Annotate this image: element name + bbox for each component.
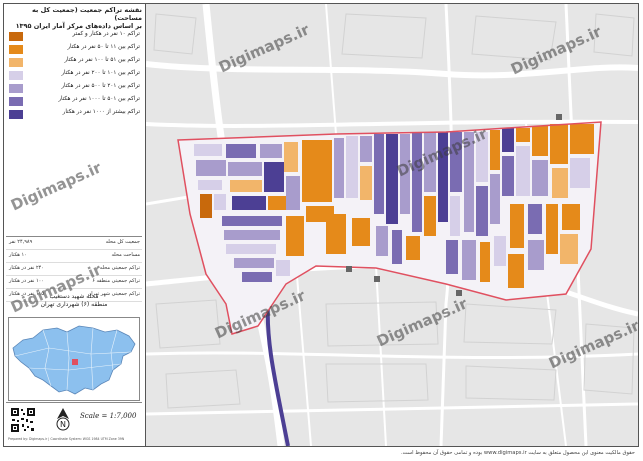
- legend-label: تراکم ۱۰ نفر در هکتار و کمتر: [72, 31, 140, 37]
- map-canvas[interactable]: Digimaps.ir Digimaps.ir Digimaps.ir Digi…: [146, 4, 638, 446]
- inset-city-outline: [12, 325, 136, 395]
- stat-value: ۲۴,۹۸۹ نفر: [9, 239, 33, 245]
- legend-item: تراکم بین ۲۰۱ تا ۵۰۰ نفر در هکتار: [6, 82, 142, 95]
- legend-label: تراکم بیشتر از ۱۰۰۰ نفر در هکتار: [62, 109, 140, 115]
- inset-location-marker: [72, 359, 78, 365]
- stat-value: ۱۰۰ نفر در هکتار: [9, 278, 44, 284]
- poi-icon: [374, 276, 380, 282]
- title-line-1: نقشه تراکم جمعیت (جمعیت کل به مساحت): [31, 6, 142, 22]
- stat-label: جمعیت کل محله: [105, 239, 140, 245]
- legend-swatch: [9, 58, 23, 67]
- legend-swatch: [9, 97, 23, 106]
- copyright-note: حقوق مالکیت معنوی این محصول متعلق به سای…: [401, 450, 635, 456]
- legend-swatch: [9, 32, 23, 41]
- stat-row: جمعیت کل محله ۲۴,۹۸۹ نفر: [6, 237, 142, 250]
- map-footer: N Scale = 1:7,000 Prepared by: Digimaps.…: [6, 402, 142, 445]
- north-arrow-icon: N: [56, 408, 70, 431]
- legend-label: تراکم بین ۵۱ تا ۱۰۰ نفر در هکتار: [64, 57, 140, 63]
- legend-item: تراکم ۱۰ نفر در هکتار و کمتر: [6, 30, 142, 43]
- legend-label: تراکم بین ۱۰۱ تا ۲۰۰ نفر در هکتار: [61, 70, 140, 76]
- density-parcels: [194, 124, 594, 288]
- legend-item: تراکم بین ۱۰۱ تا ۲۰۰ نفر در هکتار: [6, 69, 142, 82]
- legend-swatch: [9, 110, 23, 119]
- legend-swatch: [9, 45, 23, 54]
- stat-label: مساحت محله: [111, 252, 141, 258]
- legend-item: تراکم بین ۱۱ تا ۵۰ نفر در هکتار: [6, 43, 142, 56]
- legend: تراکم ۱۰ نفر در هکتار و کمتر تراکم بین ۱…: [6, 30, 142, 121]
- legend-swatch: [9, 84, 23, 93]
- credit-text: Prepared by: Digimaps.ir | Coordinate Sy…: [8, 437, 125, 441]
- qr-code-icon: [10, 407, 36, 433]
- stat-value: ۲۴۰ نفر در هکتار: [9, 265, 44, 271]
- legend-swatch: [9, 71, 23, 80]
- legend-item: تراکم بیشتر از ۱۰۰۰ نفر در هکتار: [6, 108, 142, 121]
- poi-icon: [346, 266, 352, 272]
- legend-label: تراکم بین ۵۰۱ تا ۱۰۰۰ نفر در هکتار: [58, 96, 140, 102]
- legend-item: تراکم بین ۵۱ تا ۱۰۰ نفر در هکتار: [6, 56, 142, 69]
- title-line-2: بر اساس داده‌های مرکز آمار ایران ۱۳۹۵: [15, 22, 142, 30]
- legend-label: تراکم بین ۲۰۱ تا ۵۰۰ نفر در هکتار: [61, 83, 140, 89]
- stat-label: تراکم جمعیتی محله: [99, 265, 140, 271]
- legend-label: تراکم بین ۱۱ تا ۵۰ نفر در هکتار: [67, 44, 140, 50]
- scale-label: Scale = 1:7,000: [80, 412, 137, 420]
- legend-item: تراکم بین ۵۰۱ تا ۱۰۰۰ نفر در هکتار: [6, 95, 142, 108]
- locator-inset-map: [8, 317, 140, 401]
- poi-icon: [556, 114, 562, 120]
- stat-row: مساحت محله ۱۰ هکتار: [6, 250, 142, 263]
- north-label: N: [60, 420, 66, 429]
- stat-value: ۱۰ هکتار: [9, 252, 27, 258]
- map-title: نقشه تراکم جمعیت (جمعیت کل به مساحت) بر …: [6, 6, 142, 30]
